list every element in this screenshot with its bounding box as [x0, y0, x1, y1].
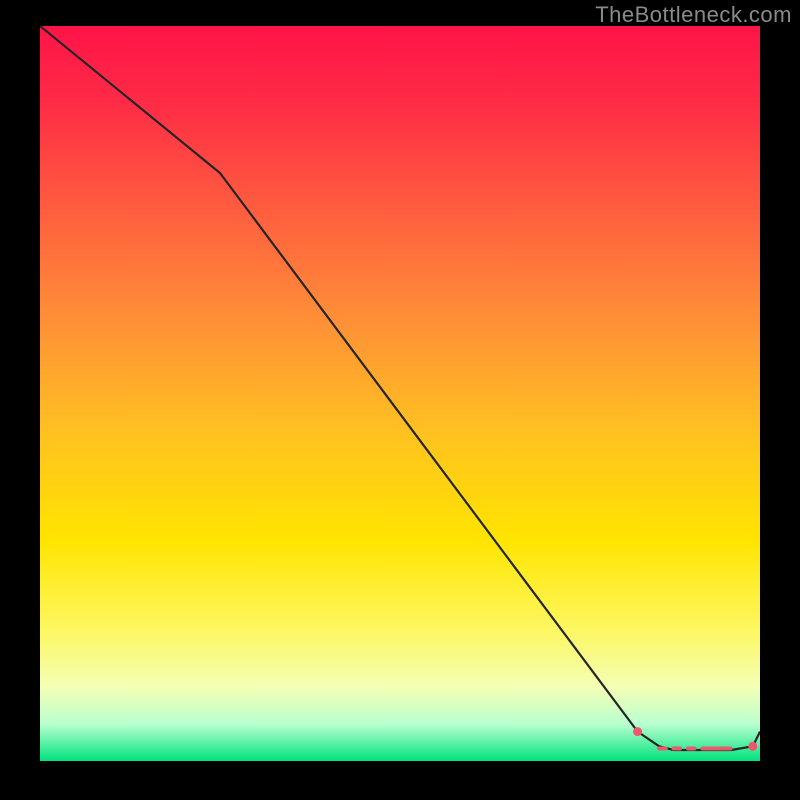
chart-frame: TheBottleneck.com	[0, 0, 800, 800]
attribution-label: TheBottleneck.com	[595, 2, 792, 28]
range-start-marker	[633, 727, 642, 736]
range-end-marker	[748, 742, 757, 751]
chart-svg	[40, 26, 760, 761]
plot-area	[40, 26, 760, 761]
gradient-bg	[40, 26, 760, 761]
